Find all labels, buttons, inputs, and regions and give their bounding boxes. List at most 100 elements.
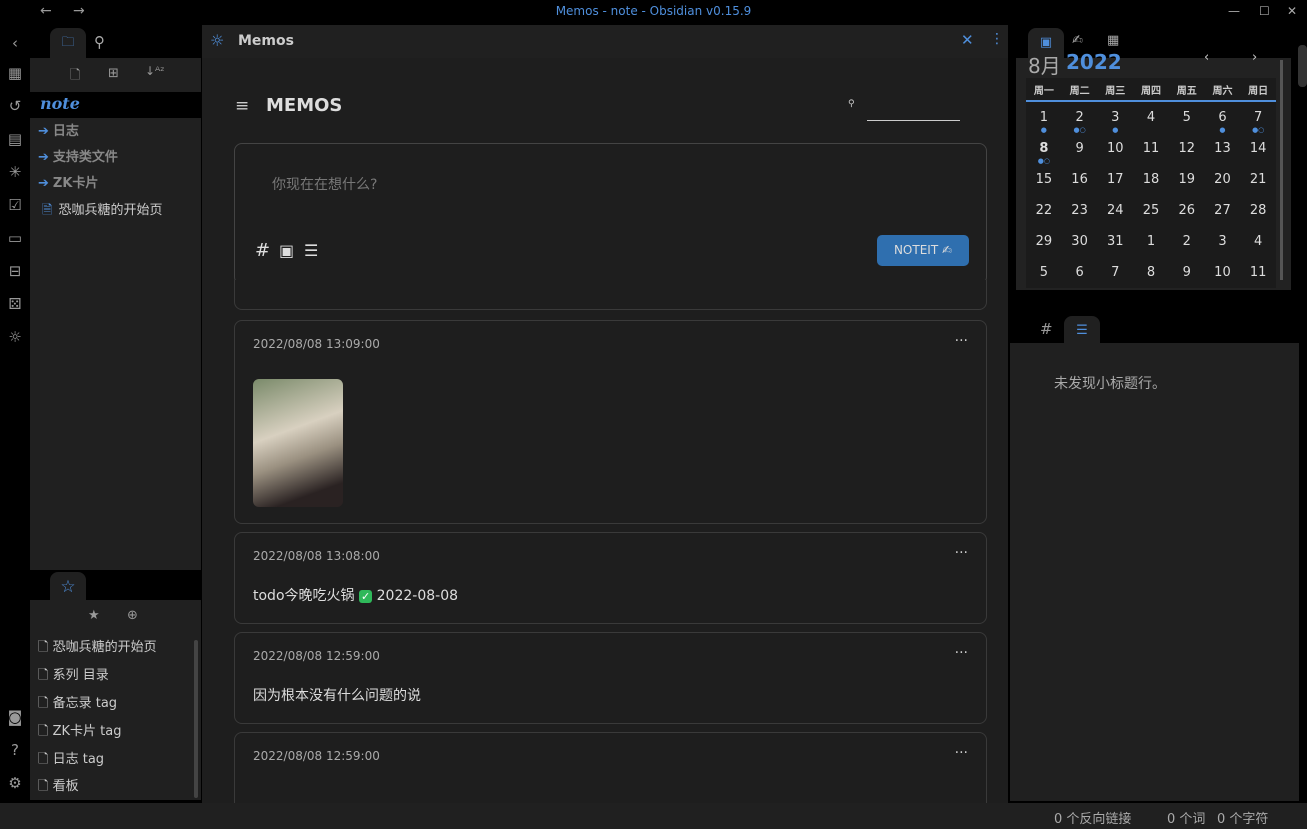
- tab-table[interactable]: ▦: [1107, 33, 1119, 48]
- sort-icon[interactable]: ↓ᴬᶻ: [145, 64, 165, 78]
- calendar-day[interactable]: 8: [1133, 257, 1169, 288]
- calendar-day[interactable]: 2: [1169, 226, 1205, 257]
- calendar-day[interactable]: 11: [1133, 133, 1169, 164]
- calendar-day[interactable]: 5: [1026, 257, 1062, 288]
- calendar-day[interactable]: 3 ●: [1097, 102, 1133, 134]
- new-folder-icon[interactable]: ⊞: [108, 66, 119, 81]
- calendar-day[interactable]: 25: [1133, 195, 1169, 226]
- bookmark-item[interactable]: 🗋 恐咖兵糖的开始页: [38, 635, 157, 661]
- bookmark-item[interactable]: 🗋 ZK卡片 tag: [38, 719, 121, 745]
- calendar-day[interactable]: 29: [1026, 226, 1062, 257]
- bookmark-item[interactable]: 🗋 系列 目录: [38, 663, 109, 689]
- calendar-day[interactable]: 12: [1169, 133, 1205, 164]
- vault-name[interactable]: note: [40, 94, 80, 113]
- tab-outline[interactable]: ☰: [1064, 316, 1100, 346]
- maximize-icon[interactable]: ☐: [1259, 4, 1270, 18]
- tab-signature[interactable]: ✍: [1072, 33, 1083, 48]
- new-note-icon[interactable]: 🗋: [70, 66, 80, 88]
- memo-image[interactable]: [253, 379, 343, 507]
- bookmark-item[interactable]: 🗋 备忘录 tag: [38, 691, 117, 717]
- next-month-icon[interactable]: ›: [1252, 50, 1257, 65]
- calendar-day[interactable]: 19: [1169, 164, 1205, 195]
- calendar-day[interactable]: 30: [1062, 226, 1098, 257]
- table-icon[interactable]: ▦: [5, 63, 25, 83]
- bookmark-item[interactable]: 🗋 日志 tag: [38, 747, 104, 773]
- folder-item[interactable]: ➔ 支持类文件: [30, 145, 201, 171]
- calendar-day[interactable]: 15: [1026, 164, 1062, 195]
- close-window-icon[interactable]: ✕: [1287, 4, 1297, 18]
- collapse-icon[interactable]: ‹: [5, 33, 25, 53]
- help-icon[interactable]: ?: [5, 740, 25, 760]
- memo-menu-icon[interactable]: ···: [955, 545, 968, 561]
- bulb-icon[interactable]: ☼: [5, 327, 25, 347]
- calendar-day[interactable]: 23: [1062, 195, 1098, 226]
- calendar-day[interactable]: 1: [1133, 226, 1169, 257]
- calendar-day[interactable]: 10: [1205, 257, 1241, 288]
- tab-tags[interactable]: #: [1040, 320, 1053, 338]
- calendar-day[interactable]: 27: [1205, 195, 1241, 226]
- calendar-day[interactable]: 7: [1097, 257, 1133, 288]
- dice-icon[interactable]: ⚄: [5, 294, 25, 314]
- template-icon[interactable]: ▤: [5, 129, 25, 149]
- scrollbar[interactable]: [1298, 45, 1307, 87]
- settings-icon[interactable]: ⚙: [5, 773, 25, 793]
- calendar-day[interactable]: 6: [1062, 257, 1098, 288]
- folder-item[interactable]: ➔ 日志: [30, 119, 201, 145]
- tag-icon[interactable]: #: [255, 240, 270, 261]
- scrollbar[interactable]: [194, 640, 198, 798]
- cards-icon[interactable]: ▭: [5, 228, 25, 248]
- calendar-day[interactable]: 9: [1062, 133, 1098, 164]
- close-icon[interactable]: ✕: [961, 31, 974, 49]
- vault-icon[interactable]: ◙: [5, 707, 25, 727]
- calendar-day[interactable]: 9: [1169, 257, 1205, 288]
- tab-bookmarks[interactable]: ☆: [50, 572, 86, 602]
- prev-month-icon[interactable]: ‹: [1204, 50, 1209, 65]
- search-icon[interactable]: ⚲: [94, 33, 105, 51]
- calendar-day[interactable]: 10: [1097, 133, 1133, 164]
- calendar-day[interactable]: 3: [1205, 226, 1241, 257]
- memo-input[interactable]: 你现在在想什么?: [272, 174, 377, 194]
- file-item[interactable]: 🗎 恐咖兵糖的开始页: [30, 198, 201, 224]
- graph-icon[interactable]: ✳: [5, 162, 25, 182]
- calendar-day[interactable]: 20: [1205, 164, 1241, 195]
- scrollbar[interactable]: [1280, 60, 1283, 280]
- calendar-day[interactable]: 4: [1133, 102, 1169, 133]
- history-icon[interactable]: ↺: [5, 96, 25, 116]
- search-input[interactable]: [867, 105, 960, 121]
- add-bookmark-icon[interactable]: ★: [88, 608, 100, 623]
- bookmark-item[interactable]: 🗋 看板: [38, 774, 79, 800]
- memo-menu-icon[interactable]: ···: [955, 333, 968, 349]
- calendar-day[interactable]: 24: [1097, 195, 1133, 226]
- memo-editor[interactable]: 你现在在想什么? # ▣ ☰ NOTEIT ✍: [234, 143, 987, 285]
- memo-menu-icon[interactable]: ···: [955, 645, 968, 661]
- calendar-day[interactable]: 8 ●○: [1026, 133, 1062, 165]
- memo-menu-icon[interactable]: ···: [955, 745, 968, 761]
- calendar-day[interactable]: 17: [1097, 164, 1133, 195]
- calendar-day[interactable]: 4: [1240, 226, 1276, 257]
- calendar-day[interactable]: 14: [1240, 133, 1276, 164]
- image-icon[interactable]: ▣: [279, 241, 294, 260]
- calendar-day[interactable]: 31: [1097, 226, 1133, 257]
- calendar-day[interactable]: 2 ●○: [1062, 102, 1098, 134]
- calendar-day[interactable]: 11: [1240, 257, 1276, 288]
- calendar-day[interactable]: 6 ●: [1205, 102, 1241, 134]
- calendar-day[interactable]: 28: [1240, 195, 1276, 226]
- backlinks-count[interactable]: 0 个反向链接: [1054, 808, 1131, 827]
- tab-files[interactable]: 🗀: [50, 28, 86, 58]
- calendar-day[interactable]: 16: [1062, 164, 1098, 195]
- minimize-icon[interactable]: —: [1228, 4, 1240, 18]
- calendar-day[interactable]: 26: [1169, 195, 1205, 226]
- daily-note-icon[interactable]: ☑: [5, 195, 25, 215]
- list-icon[interactable]: ☰: [304, 241, 318, 260]
- calendar-day[interactable]: 21: [1240, 164, 1276, 195]
- menu-icon[interactable]: ≡: [235, 96, 249, 116]
- calendar-day[interactable]: 7 ●○: [1240, 102, 1276, 134]
- inbox-icon[interactable]: ⊟: [5, 261, 25, 281]
- zoom-search-icon[interactable]: ⊕: [127, 608, 138, 623]
- noteit-button[interactable]: NOTEIT ✍: [877, 235, 969, 266]
- folder-item[interactable]: ➔ ZK卡片: [30, 171, 201, 197]
- calendar-day[interactable]: 13: [1205, 133, 1241, 164]
- calendar-day[interactable]: 5: [1169, 102, 1205, 133]
- calendar-day[interactable]: 18: [1133, 164, 1169, 195]
- calendar-day[interactable]: 22: [1026, 195, 1062, 226]
